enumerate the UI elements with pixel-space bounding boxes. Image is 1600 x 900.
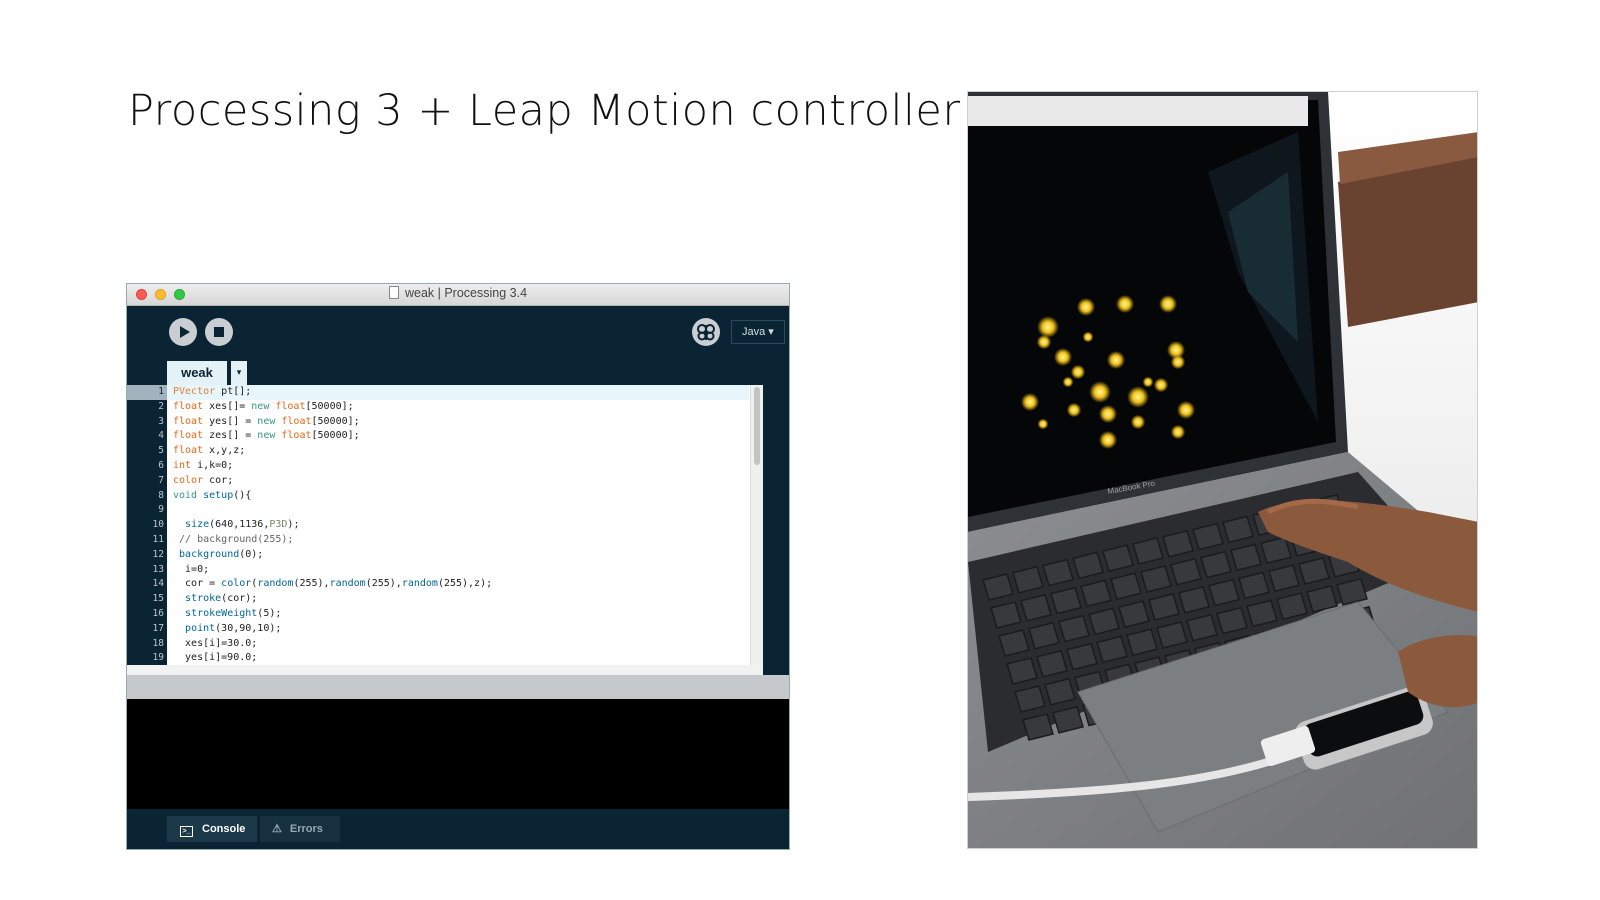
line-number: 2: [158, 400, 164, 412]
code-line[interactable]: PVector pt[];: [167, 385, 749, 400]
line-number: 7: [158, 474, 164, 486]
code-area[interactable]: PVector pt[]; float xes[]= new float[5000…: [167, 385, 749, 665]
warning-icon: ⚠: [272, 823, 282, 835]
code-line[interactable]: background(0);: [167, 548, 749, 563]
particle-dot: [1130, 414, 1146, 430]
line-number: 12: [152, 548, 164, 560]
particle-dot: [1066, 402, 1082, 418]
code-line[interactable]: float xes[]= new float[50000];: [167, 400, 749, 415]
particle-dot: [1107, 351, 1125, 369]
line-number: 13: [152, 563, 164, 575]
run-button[interactable]: [169, 318, 197, 346]
particle-dot: [1177, 401, 1195, 419]
particle-dot: [1159, 295, 1177, 313]
mode-selector[interactable]: Java ▾: [731, 320, 785, 344]
particle-dot: [1036, 334, 1052, 350]
line-number: 8: [158, 489, 164, 501]
code-line[interactable]: strokeWeight(5);: [167, 607, 749, 622]
scrollbar-thumb[interactable]: [754, 387, 760, 465]
console-tab[interactable]: >_ Console: [167, 816, 257, 842]
particle-dot: [1089, 381, 1111, 403]
particle-dot: [1099, 431, 1117, 449]
line-number: 18: [152, 637, 164, 649]
particle-dot: [1062, 376, 1074, 388]
stop-button[interactable]: [205, 318, 233, 346]
particle-dot: [1021, 393, 1039, 411]
code-line[interactable]: i=0;: [167, 563, 749, 578]
tab-weak[interactable]: weak: [167, 361, 227, 385]
butterfly-icon: [697, 324, 715, 341]
code-line[interactable]: // background(255);: [167, 533, 749, 548]
particle-dot: [1142, 376, 1154, 388]
footer-bar: >_ Console ⚠ Errors: [127, 809, 789, 849]
line-number: 14: [152, 578, 164, 590]
line-number: 16: [152, 607, 164, 619]
line-number: 3: [158, 415, 164, 427]
terminal-icon: >_: [180, 826, 193, 837]
code-line[interactable]: stroke(cor);: [167, 592, 749, 607]
leap-motion-photo: MacBook Pro: [967, 91, 1478, 849]
vertical-scrollbar[interactable]: [750, 385, 763, 665]
code-line[interactable]: point(30,90,10);: [167, 622, 749, 637]
particle-dot: [1153, 377, 1169, 393]
editor-margin: [763, 385, 789, 675]
code-line[interactable]: void setup(){: [167, 489, 749, 504]
particle-dot: [1037, 418, 1049, 430]
errors-tab-label: Errors: [289, 823, 323, 835]
line-number: 5: [158, 445, 164, 457]
line-number: 10: [152, 519, 164, 531]
particle-dot: [1127, 386, 1149, 408]
code-line[interactable]: yes[i]=90.0;: [167, 651, 749, 665]
line-number-gutter: 1 2 3 4 5 6 7 8 9 10 11 12 13 14 15 16 17 18 19: [127, 385, 167, 665]
processing-window: weak | Processing 3.4 Java ▾ weak ▾ 12 3 4…: [126, 283, 790, 850]
particle-dot: [1082, 331, 1094, 343]
line-number: 15: [152, 593, 164, 605]
editor-console-divider[interactable]: [127, 675, 789, 699]
slide-title: Processing 3 + Leap Motion controller: [128, 86, 961, 136]
line-number: 9: [158, 504, 164, 516]
code-editor[interactable]: 1 2 3 4 5 6 7 8 9 10 11 12 13 14 15 16 17 18 19 PVector pt…: [127, 385, 763, 665]
document-icon: [388, 286, 399, 299]
line-number: 11: [152, 533, 164, 545]
code-line[interactable]: float zes[] = new float[50000];: [167, 429, 749, 444]
code-line[interactable]: float x,y,z;: [167, 444, 749, 459]
horizontal-scrollbar[interactable]: [127, 665, 763, 675]
photo-illustration: MacBook Pro: [968, 92, 1477, 848]
particle-dot: [1037, 316, 1059, 338]
code-line[interactable]: float yes[] = new float[50000];: [167, 415, 749, 430]
code-line[interactable]: xes[i]=30.0;: [167, 637, 749, 652]
code-line[interactable]: size(640,1136,P3D);: [167, 518, 749, 533]
line-number: 17: [152, 622, 164, 634]
tab-bar: weak ▾: [127, 361, 789, 385]
particle-dot: [1054, 348, 1072, 366]
particle-dot: [1099, 405, 1117, 423]
code-line[interactable]: cor = color(random(255),random(255),rand…: [167, 577, 749, 592]
line-number: 1: [127, 385, 167, 400]
toolbar: Java ▾: [127, 306, 789, 361]
errors-tab[interactable]: ⚠ Errors: [260, 816, 340, 842]
particle-dot: [1170, 424, 1186, 440]
particle-dot: [1077, 298, 1095, 316]
particle-dot: [1070, 364, 1086, 380]
particle-dot: [1116, 295, 1134, 313]
stop-icon: [214, 327, 224, 337]
line-number: 19: [152, 652, 164, 664]
debug-button[interactable]: [692, 318, 720, 346]
play-icon: [180, 326, 190, 338]
code-line[interactable]: int i,k=0;: [167, 459, 749, 474]
line-number: 6: [158, 459, 164, 471]
console-tab-label: Console: [202, 823, 246, 835]
window-titlebar: weak | Processing 3.4: [127, 284, 789, 306]
line-number: 4: [158, 430, 164, 442]
console-output: [127, 699, 789, 809]
code-line[interactable]: [167, 503, 749, 518]
code-line[interactable]: color cor;: [167, 474, 749, 489]
window-title: weak | Processing 3.4: [404, 286, 528, 300]
particle-dot: [1170, 354, 1186, 370]
tab-menu-button[interactable]: ▾: [231, 361, 247, 385]
